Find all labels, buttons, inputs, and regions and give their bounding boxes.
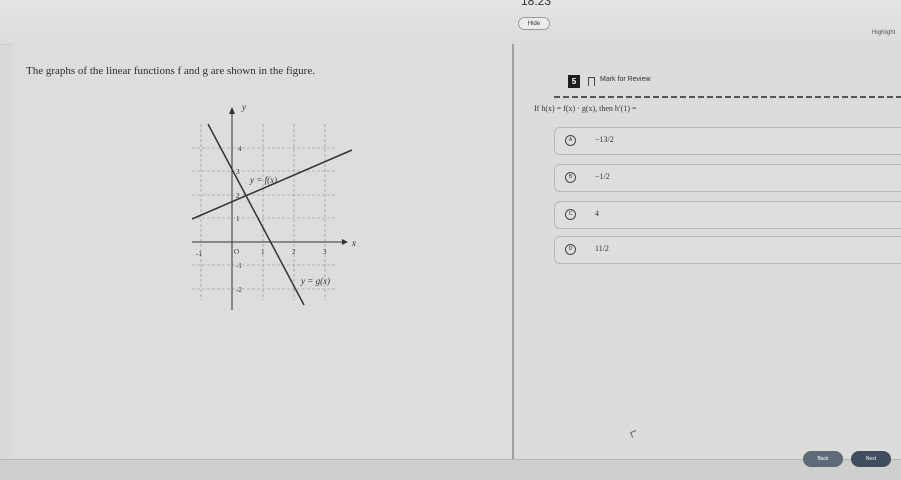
y-tick: 1 [236,215,240,223]
y-axis-arrow [229,107,235,114]
bookmark-icon[interactable] [588,77,595,86]
x-axis-label: x [351,238,356,248]
question-text: If h(x) = f(x) · g(x), then h′(1) = [534,104,637,113]
choice-letter: C [565,209,576,220]
x-tick: 3 [323,248,327,256]
g-label: y = g(x) [300,276,330,286]
line-g [207,123,305,306]
timer: 18:23 [520,0,552,8]
y-axis-label: y [241,102,246,112]
choice-value: 4 [595,209,599,218]
choice-letter: D [565,244,576,255]
question-header-divider [554,96,901,98]
choice-a[interactable]: A −13/2 [554,127,901,155]
f-label: y = f(x) [249,175,277,185]
top-bar: 18:23 Hide Highlight [0,0,901,45]
passage-pane: The graphs of the linear functions f and… [12,44,512,469]
choice-b[interactable]: B −1/2 [554,164,901,192]
choice-c[interactable]: C 4 [554,201,901,229]
footer-bar [0,459,901,480]
hide-timer-button[interactable]: Hide [518,17,550,30]
choice-letter: B [565,172,576,183]
choice-letter: A [565,135,576,146]
x-tick: -1 [196,250,202,258]
graph-grid [192,124,337,300]
y-tick: -1 [236,262,242,270]
choice-value: −13/2 [595,135,614,144]
y-tick: 2 [236,192,240,200]
x-tick: O [234,248,239,256]
choice-value: 11/2 [595,244,609,253]
y-tick: -2 [236,286,242,294]
x-tick: 1 [261,248,265,256]
prompt-text: The graphs of the linear functions f and… [26,65,315,77]
highlight-button[interactable]: Highlight [872,30,895,36]
x-axis-arrow [342,239,348,245]
back-button[interactable]: Back [803,451,843,467]
y-tick: 4 [238,145,242,153]
choice-d[interactable]: D 11/2 [554,236,901,264]
y-tick: 3 [236,168,240,176]
question-pane: 5 Mark for Review If h(x) = f(x) · g(x),… [514,44,901,459]
graph-figure: y x -1 O 1 2 3 4 3 2 1 -1 -2 y = f(x) y … [192,102,356,310]
mark-for-review[interactable]: Mark for Review [600,76,651,83]
x-tick: 2 [292,248,296,256]
choice-value: −1/2 [595,172,610,181]
next-button[interactable]: Next [851,451,891,467]
question-number: 5 [568,75,580,88]
